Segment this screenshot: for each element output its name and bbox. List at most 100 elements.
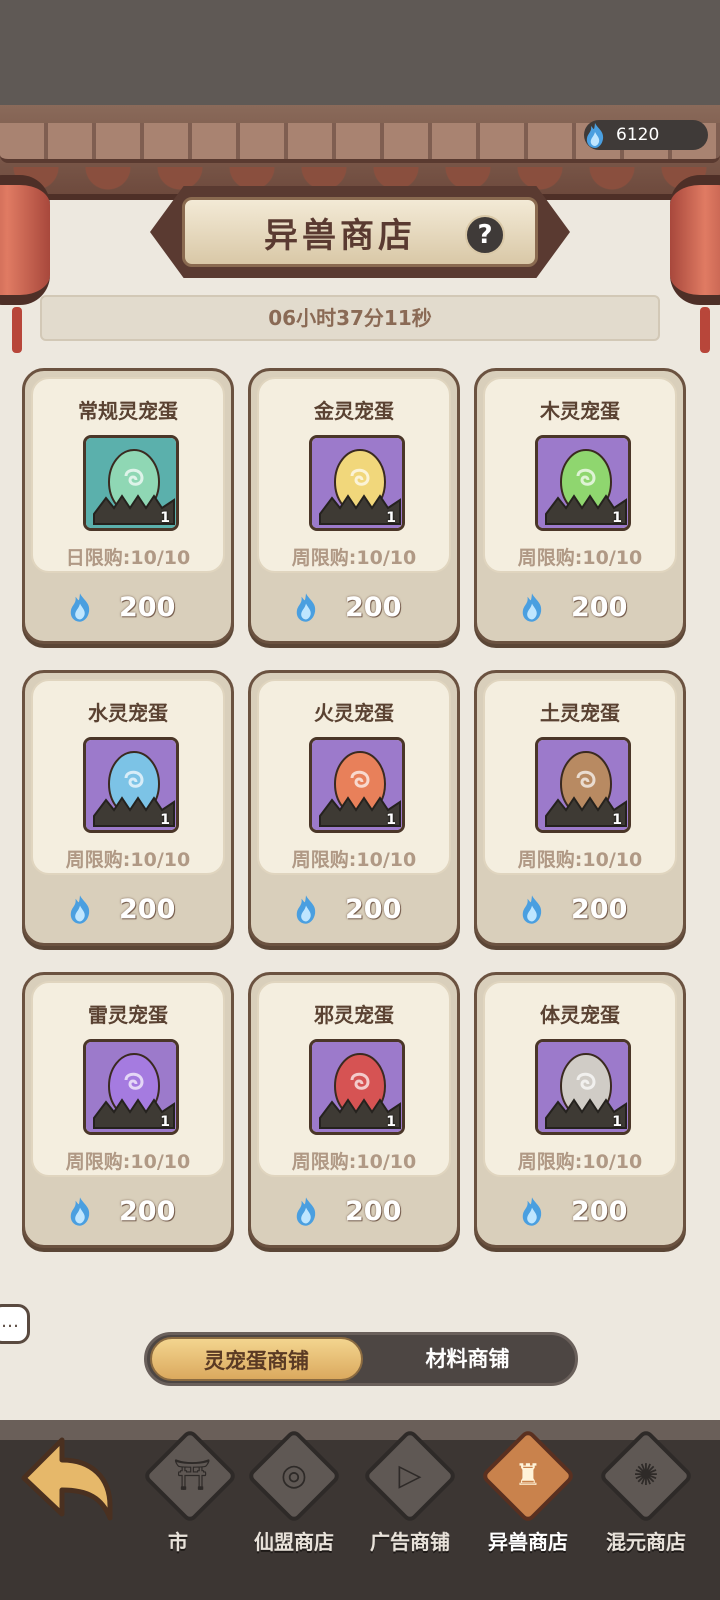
item-icon-frame[interactable]: 1	[309, 435, 405, 531]
item-price: 200	[571, 591, 628, 623]
item-icon-frame[interactable]: 1	[535, 1039, 631, 1135]
item-icon-frame[interactable]: 1	[535, 435, 631, 531]
item-name: 火灵宠蛋	[314, 701, 394, 725]
item-name: 常规灵宠蛋	[78, 399, 178, 423]
swirl-cloud-icon: ✺	[633, 1458, 659, 1493]
item-name: 邪灵宠蛋	[314, 1003, 394, 1027]
item-icon-frame[interactable]: 1	[535, 737, 631, 833]
item-quantity: 1	[160, 510, 170, 526]
item-name: 雷灵宠蛋	[88, 1003, 168, 1027]
item-grid: 常规灵宠蛋 1 日限购:10/10 200 金灵宠蛋 1 周限购:10/10 2…	[22, 368, 698, 1248]
item-quantity: 1	[612, 510, 622, 526]
refresh-timer: 06小时37分11秒	[40, 295, 660, 341]
nav-label-hunyuan-shop: 混元商店	[606, 1530, 686, 1554]
spirit-flame-icon	[70, 1197, 90, 1226]
item-price: 200	[571, 1195, 628, 1227]
item-price: 200	[345, 591, 402, 623]
spirit-flame-icon	[296, 593, 316, 622]
tab-material-shop[interactable]: 材料商铺	[363, 1337, 572, 1381]
item-price: 200	[119, 591, 176, 623]
spirit-flame-icon	[70, 895, 90, 924]
guild-coin-icon: ◎	[280, 1458, 308, 1493]
buy-button[interactable]: 200	[251, 887, 457, 931]
purchase-limit: 周限购:10/10	[517, 849, 643, 871]
item-icon-frame[interactable]: 1	[83, 435, 179, 531]
title-banner: 异兽商店 ?	[182, 197, 538, 267]
nav-label-guild-shop: 仙盟商店	[254, 1530, 334, 1554]
shop-item-card[interactable]: 邪灵宠蛋 1 周限购:10/10 200	[248, 972, 460, 1248]
shop-item-card[interactable]: 金灵宠蛋 1 周限购:10/10 200	[248, 368, 460, 644]
spirit-flame-icon	[296, 1197, 316, 1226]
item-icon-frame[interactable]: 1	[83, 737, 179, 833]
nav-item-guild-shop[interactable]: ◎ 仙盟商店	[236, 1427, 352, 1560]
item-icon-frame[interactable]: 1	[309, 1039, 405, 1135]
shop-item-card[interactable]: 水灵宠蛋 1 周限购:10/10 200	[22, 670, 234, 946]
spirit-flame-icon	[586, 123, 604, 148]
nav-label-ad-shop: 广告商铺	[370, 1530, 450, 1554]
play-video-icon: ▷	[398, 1458, 422, 1493]
purchase-limit: 周限购:10/10	[517, 1151, 643, 1173]
item-quantity: 1	[386, 510, 396, 526]
purchase-limit: 日限购:10/10	[65, 547, 191, 569]
nav-item-hunyuan-shop[interactable]: ✺ 混元商店	[588, 1427, 704, 1560]
back-arrow-icon[interactable]	[18, 1430, 118, 1526]
spirit-flame-icon	[296, 895, 316, 924]
item-price: 200	[119, 1195, 176, 1227]
spirit-flame-icon	[522, 895, 542, 924]
shop-tabs: 灵宠蛋商铺 材料商铺	[144, 1332, 578, 1386]
buy-button[interactable]: 200	[251, 1189, 457, 1233]
beast-shop-icon: ♜	[514, 1458, 542, 1493]
nav-item-ad-shop[interactable]: ▷ 广告商铺	[352, 1427, 468, 1560]
buy-button[interactable]: 200	[25, 887, 231, 931]
item-price: 200	[345, 1195, 402, 1227]
item-icon-frame[interactable]: 1	[309, 737, 405, 833]
market-icon: ⛩	[172, 1458, 212, 1493]
shop-item-card[interactable]: 雷灵宠蛋 1 周限购:10/10 200	[22, 972, 234, 1248]
buy-button[interactable]: 200	[477, 887, 683, 931]
buy-button[interactable]: 200	[477, 1189, 683, 1233]
spirit-flame-icon	[522, 1197, 542, 1226]
top-background	[0, 0, 720, 110]
nav-label-beast-shop: 异兽商店	[488, 1530, 568, 1554]
lantern-right-decoration	[670, 175, 720, 353]
item-icon-frame[interactable]: 1	[83, 1039, 179, 1135]
help-button[interactable]: ?	[465, 215, 505, 255]
nav-item-beast-shop[interactable]: ♜ 异兽商店	[470, 1427, 586, 1560]
purchase-limit: 周限购:10/10	[291, 849, 417, 871]
lantern-tassel	[12, 307, 22, 353]
item-quantity: 1	[386, 1114, 396, 1130]
item-quantity: 1	[386, 812, 396, 828]
spirit-flame-icon	[522, 593, 542, 622]
item-quantity: 1	[612, 1114, 622, 1130]
purchase-limit: 周限购:10/10	[517, 547, 643, 569]
buy-button[interactable]: 200	[251, 585, 457, 629]
shop-item-card[interactable]: 土灵宠蛋 1 周限购:10/10 200	[474, 670, 686, 946]
tab-pet-egg-shop[interactable]: 灵宠蛋商铺	[150, 1337, 363, 1381]
spirit-flame-icon	[70, 593, 90, 622]
purchase-limit: 周限购:10/10	[65, 1151, 191, 1173]
item-quantity: 1	[160, 1114, 170, 1130]
page-title: 异兽商店	[264, 215, 416, 256]
purchase-limit: 周限购:10/10	[291, 1151, 417, 1173]
item-quantity: 1	[160, 812, 170, 828]
chat-bubble-icon[interactable]: …	[0, 1304, 30, 1344]
item-name: 体灵宠蛋	[540, 1003, 620, 1027]
shop-item-card[interactable]: 体灵宠蛋 1 周限购:10/10 200	[474, 972, 686, 1248]
shop-item-card[interactable]: 木灵宠蛋 1 周限购:10/10 200	[474, 368, 686, 644]
purchase-limit: 周限购:10/10	[291, 547, 417, 569]
shop-item-card[interactable]: 火灵宠蛋 1 周限购:10/10 200	[248, 670, 460, 946]
item-price: 200	[571, 893, 628, 925]
buy-button[interactable]: 200	[25, 585, 231, 629]
item-name: 土灵宠蛋	[540, 701, 620, 725]
lantern-left-decoration	[0, 175, 50, 353]
item-name: 木灵宠蛋	[540, 399, 620, 423]
buy-button[interactable]: 200	[25, 1189, 231, 1233]
lantern-tassel	[700, 307, 710, 353]
shop-item-card[interactable]: 常规灵宠蛋 1 日限购:10/10 200	[22, 368, 234, 644]
item-name: 水灵宠蛋	[88, 701, 168, 725]
currency-display: 6120	[584, 120, 708, 150]
item-name: 金灵宠蛋	[314, 399, 394, 423]
buy-button[interactable]: 200	[477, 585, 683, 629]
currency-value: 6120	[616, 125, 660, 145]
item-price: 200	[119, 893, 176, 925]
